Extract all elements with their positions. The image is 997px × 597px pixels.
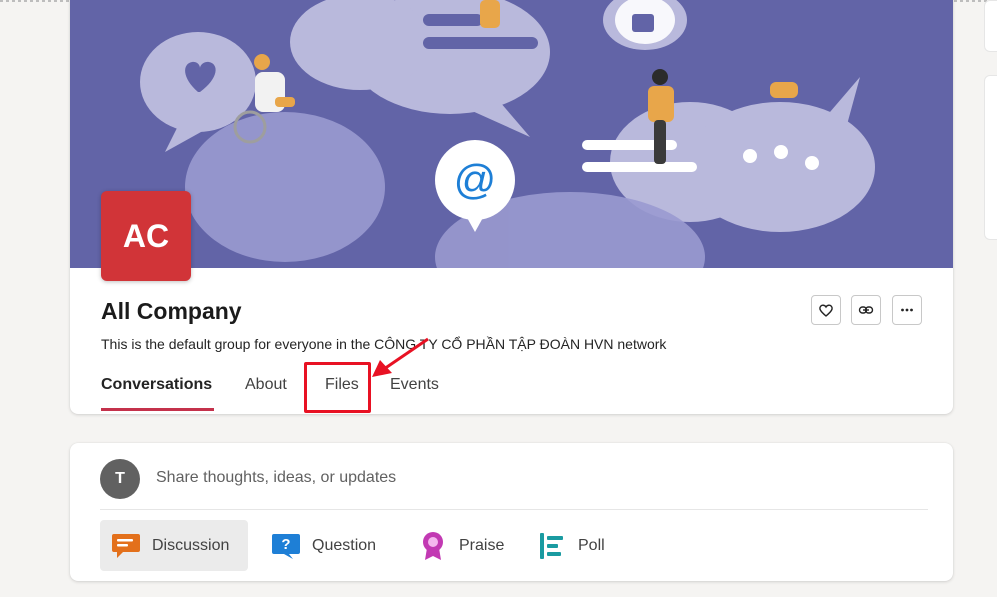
user-avatar: T [100,459,140,499]
poll-icon [536,530,568,562]
tab-conversations[interactable]: Conversations [101,376,212,394]
files-tab-highlight [304,362,371,413]
group-cover-banner: @ [70,0,953,268]
copy-link-button[interactable] [851,295,881,325]
more-options-button[interactable] [892,295,922,325]
tab-about[interactable]: About [245,376,287,394]
group-avatar: AC [101,191,191,281]
post-type-discussion[interactable]: Discussion [100,520,248,571]
annotation-arrow-icon [372,337,429,377]
post-type-praise[interactable]: Praise [407,520,518,571]
post-type-question[interactable]: ? Question [260,520,390,571]
more-icon [901,308,913,312]
svg-text:?: ? [281,536,290,553]
post-type-label: Question [312,536,377,554]
composer-card: T Share thoughts, ideas, or updates Disc… [70,443,953,581]
praise-icon [417,530,449,562]
link-icon [858,306,874,314]
compose-input[interactable]: Share thoughts, ideas, or updates [156,469,396,487]
cover-illustration: @ [140,0,875,268]
heart-icon [819,304,833,317]
post-type-label: Praise [459,536,505,554]
svg-text:@: @ [454,156,497,203]
post-type-label: Poll [578,536,605,554]
divider [100,509,928,510]
active-tab-indicator [101,408,214,411]
group-header-card: @ AC All Company This is the default gro… [70,0,953,414]
post-type-poll[interactable]: Poll [526,520,619,571]
side-panel-card [984,0,997,52]
post-type-label: Discussion [152,536,230,554]
side-panel-card [984,75,997,240]
favorite-button[interactable] [811,295,841,325]
group-name: All Company [101,298,242,324]
question-icon: ? [270,530,302,562]
discussion-icon [110,530,142,562]
